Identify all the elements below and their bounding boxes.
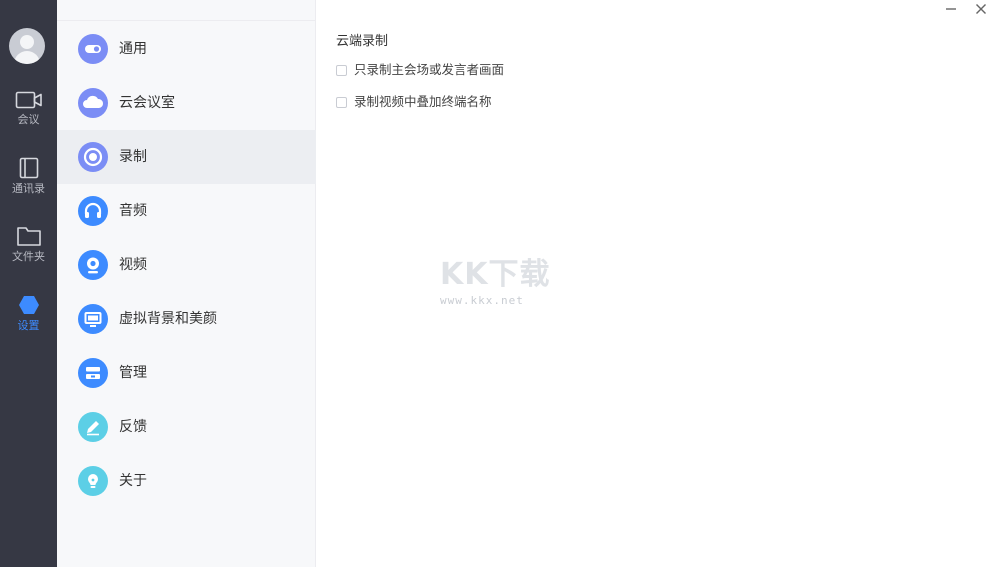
toggle-icon	[78, 34, 108, 64]
settings-item-manage[interactable]: 管理	[57, 346, 316, 400]
settings-item-audio[interactable]: 音频	[57, 184, 316, 238]
settings-item-recording[interactable]: 录制	[57, 130, 316, 184]
nav-item-folder[interactable]: 文件夹	[0, 225, 57, 277]
settings-item-about[interactable]: 关于	[57, 454, 316, 508]
option-record-main-speaker[interactable]: 只录制主会场或发言者画面	[336, 62, 504, 78]
settings-item-cloud-room[interactable]: 云会议室	[57, 76, 316, 130]
option-label: 只录制主会场或发言者画面	[354, 62, 505, 77]
watermark-url: www.kkx.net	[440, 294, 524, 307]
settings-item-label: 虚拟背景和美颜	[119, 311, 217, 327]
settings-item-virtual-bg[interactable]: 虚拟背景和美颜	[57, 292, 316, 346]
nav-item-settings[interactable]: 设置	[0, 294, 57, 346]
settings-hexagon-icon	[18, 296, 39, 314]
settings-item-general[interactable]: 通用	[57, 22, 316, 76]
avatar-head	[20, 35, 34, 49]
nav-item-contacts[interactable]: 通讯录	[0, 157, 57, 209]
settings-item-label: 视频	[119, 257, 147, 273]
headphones-icon	[78, 196, 108, 226]
divider	[57, 20, 316, 21]
nav-item-label: 通讯录	[12, 182, 45, 195]
lightbulb-icon	[78, 466, 108, 496]
checkbox[interactable]	[336, 96, 347, 108]
settings-item-feedback[interactable]: 反馈	[57, 400, 316, 454]
minimize-icon	[946, 8, 956, 10]
settings-item-label: 音频	[119, 203, 147, 219]
minimize-button[interactable]	[943, 1, 959, 17]
settings-list: 通用 云会议室 录制 音频 视频 虚拟背景和美颜 管理 反馈 关于	[57, 0, 316, 567]
video-camera-icon	[15, 91, 42, 109]
nav-item-label: 文件夹	[12, 250, 45, 263]
manage-icon	[78, 358, 108, 388]
settings-item-label: 关于	[119, 473, 147, 489]
nav-item-meeting[interactable]: 会议	[0, 90, 57, 142]
watermark-logo-text: KK下载	[440, 257, 551, 292]
webcam-icon	[78, 250, 108, 280]
left-nav: 会议 通讯录 文件夹 设置	[0, 0, 57, 567]
option-overlay-terminal-name[interactable]: 录制视频中叠加终端名称	[336, 94, 492, 110]
settings-item-label: 录制	[119, 149, 147, 165]
pencil-icon	[78, 412, 108, 442]
settings-item-label: 管理	[119, 365, 147, 381]
avatar[interactable]	[9, 28, 45, 64]
cloud-icon	[78, 88, 108, 118]
recording-settings-panel: 云端录制 只录制主会场或发言者画面 录制视频中叠加终端名称	[317, 0, 999, 567]
option-label: 录制视频中叠加终端名称	[354, 94, 492, 109]
settings-item-video[interactable]: 视频	[57, 238, 316, 292]
settings-item-label: 通用	[119, 41, 147, 57]
close-button[interactable]	[973, 1, 989, 17]
contacts-book-icon	[19, 157, 38, 179]
checkbox[interactable]	[336, 64, 347, 76]
record-icon	[78, 142, 108, 172]
close-icon	[976, 4, 986, 14]
settings-item-label: 反馈	[119, 419, 147, 435]
folder-icon	[16, 227, 41, 246]
watermark: KK下载 www.kkx.net	[440, 258, 580, 318]
section-title: 云端录制	[336, 34, 389, 49]
avatar-body	[14, 51, 40, 64]
settings-item-label: 云会议室	[119, 95, 175, 111]
nav-item-label: 设置	[17, 319, 40, 332]
nav-item-label: 会议	[17, 113, 40, 126]
monitor-icon	[78, 304, 108, 334]
